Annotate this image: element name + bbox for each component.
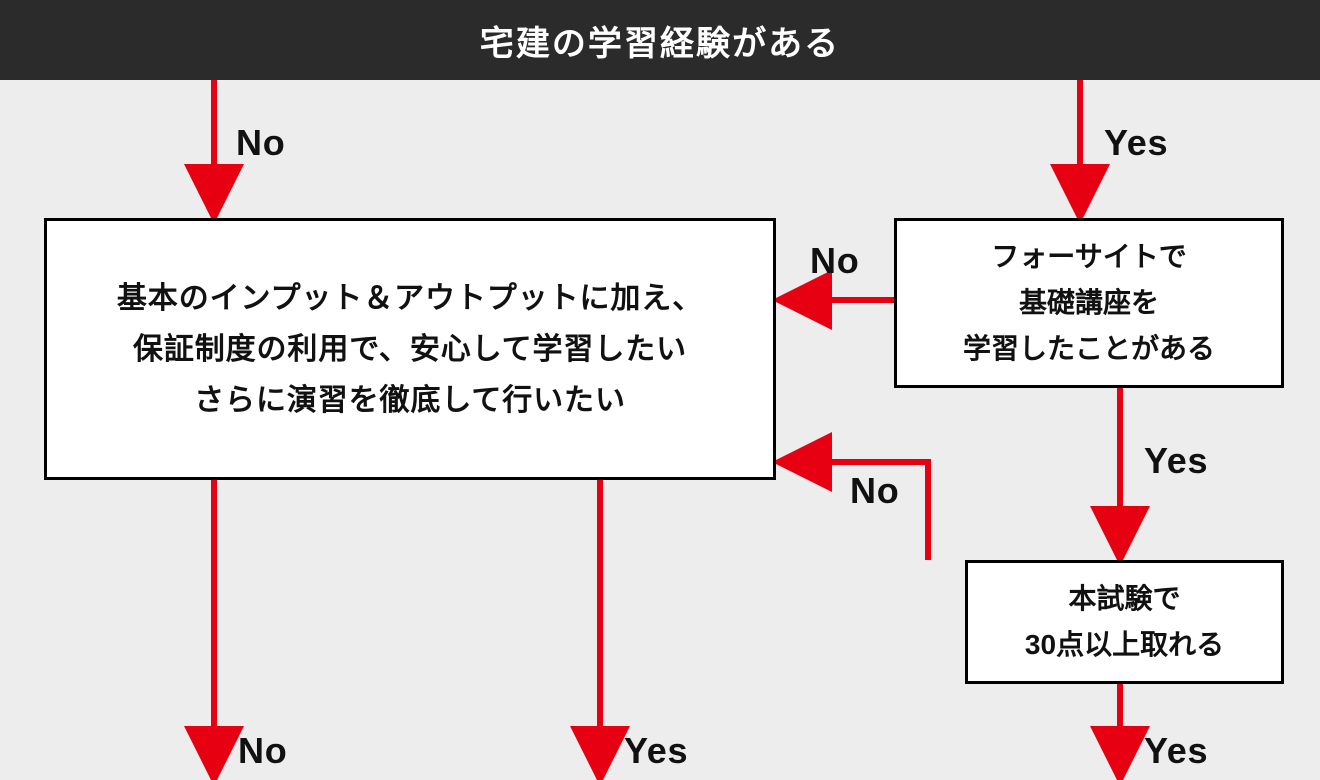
- flowchart-header: 宅建の学習経験がある: [0, 0, 1320, 80]
- header-title: 宅建の学習経験がある: [480, 16, 840, 65]
- label-yes-bottom-right: Yes: [1144, 730, 1208, 772]
- node-basic-io-text: 基本のインプット＆アウトプットに加え、 保証制度の利用で、安心して学習したい さ…: [117, 273, 703, 426]
- node-foresight-basic-text: フォーサイトで 基礎講座を 学習したことがある: [963, 234, 1215, 373]
- label-yes-top-right: Yes: [1104, 122, 1168, 164]
- node-foresight-basic: フォーサイトで 基礎講座を 学習したことがある: [894, 218, 1284, 388]
- node-score-30: 本試験で 30点以上取れる: [965, 560, 1284, 684]
- node-basic-io: 基本のインプット＆アウトプットに加え、 保証制度の利用で、安心して学習したい さ…: [44, 218, 776, 480]
- label-no-bottom-left: No: [238, 730, 287, 772]
- label-yes-bottom-mid: Yes: [624, 730, 688, 772]
- label-yes-mid: Yes: [1144, 440, 1208, 482]
- node-score-30-text: 本試験で 30点以上取れる: [1025, 576, 1224, 668]
- flowchart-canvas: 宅建の学習経験がある 基本のインプット＆アウトプットに加え、 保証制度の利用: [0, 0, 1320, 780]
- label-no-elbow: No: [850, 470, 899, 512]
- label-no-mid: No: [810, 240, 859, 282]
- label-no-top-left: No: [236, 122, 285, 164]
